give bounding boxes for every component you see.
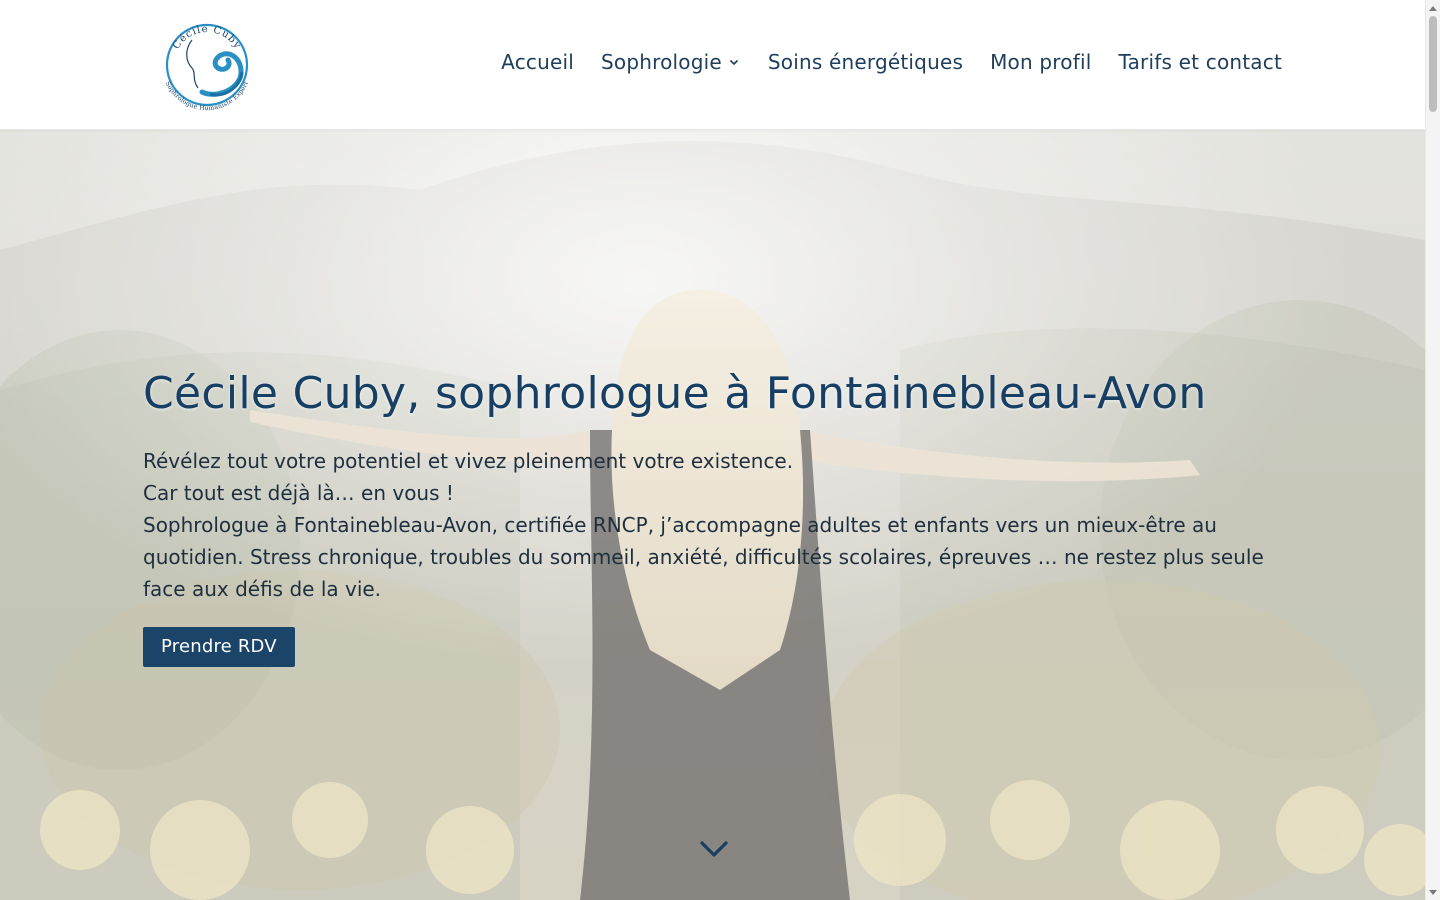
hero-section: Cécile Cuby, sophrologue à Fontainebleau…: [0, 130, 1425, 900]
scroll-down-arrow-icon[interactable]: [1426, 885, 1440, 900]
page-scrollbar[interactable]: [1425, 0, 1440, 900]
nav-item-label: Tarifs et contact: [1118, 50, 1282, 74]
nav-item-mon-profil[interactable]: Mon profil: [990, 50, 1091, 74]
nav-item-soins-energetiques[interactable]: Soins énergétiques: [768, 50, 963, 74]
hero-description: Révélez tout votre potentiel et vivez pl…: [143, 445, 1278, 605]
logo-emblem: Cécile Cuby Sophrologue Humaniste Expert: [164, 24, 250, 112]
scrollbar-thumb[interactable]: [1429, 16, 1437, 112]
hero-paragraph: Sophrologue à Fontainebleau-Avon, certif…: [143, 512, 1264, 601]
nav-item-label: Soins énergétiques: [767, 50, 964, 74]
site-logo[interactable]: Cécile Cuby Sophrologue Humaniste Expert: [152, 10, 262, 120]
nav-item-label: Mon profil: [990, 50, 1092, 74]
hero-content: Cécile Cuby, sophrologue à Fontainebleau…: [143, 368, 1283, 667]
scroll-up-arrow-icon[interactable]: [1426, 0, 1440, 15]
nav-item-tarifs-contact[interactable]: Tarifs et contact: [1118, 50, 1282, 74]
hero-title: Cécile Cuby, sophrologue à Fontainebleau…: [143, 368, 1207, 419]
nav-item-label: Accueil: [501, 50, 574, 74]
nav-item-sophrologie[interactable]: Sophrologie: [601, 50, 741, 74]
chevron-down-icon: [727, 55, 741, 69]
svg-text:Cécile Cuby: Cécile Cuby: [171, 24, 243, 51]
hero-paragraph: Car tout est déjà là… en vous !: [143, 480, 454, 505]
hero-paragraph: Révélez tout votre potentiel et vivez pl…: [143, 448, 794, 473]
chevron-down-icon[interactable]: [698, 836, 730, 862]
site-header: Cécile Cuby Sophrologue Humaniste Expert…: [0, 0, 1425, 130]
main-nav: Accueil Sophrologie Soins énergétiques M…: [501, 50, 1282, 74]
logo-top-text: Cécile Cuby: [171, 24, 242, 51]
book-appointment-button[interactable]: Prendre RDV: [143, 626, 295, 667]
nav-item-label: Sophrologie: [601, 50, 722, 74]
nav-item-accueil[interactable]: Accueil: [501, 50, 574, 74]
